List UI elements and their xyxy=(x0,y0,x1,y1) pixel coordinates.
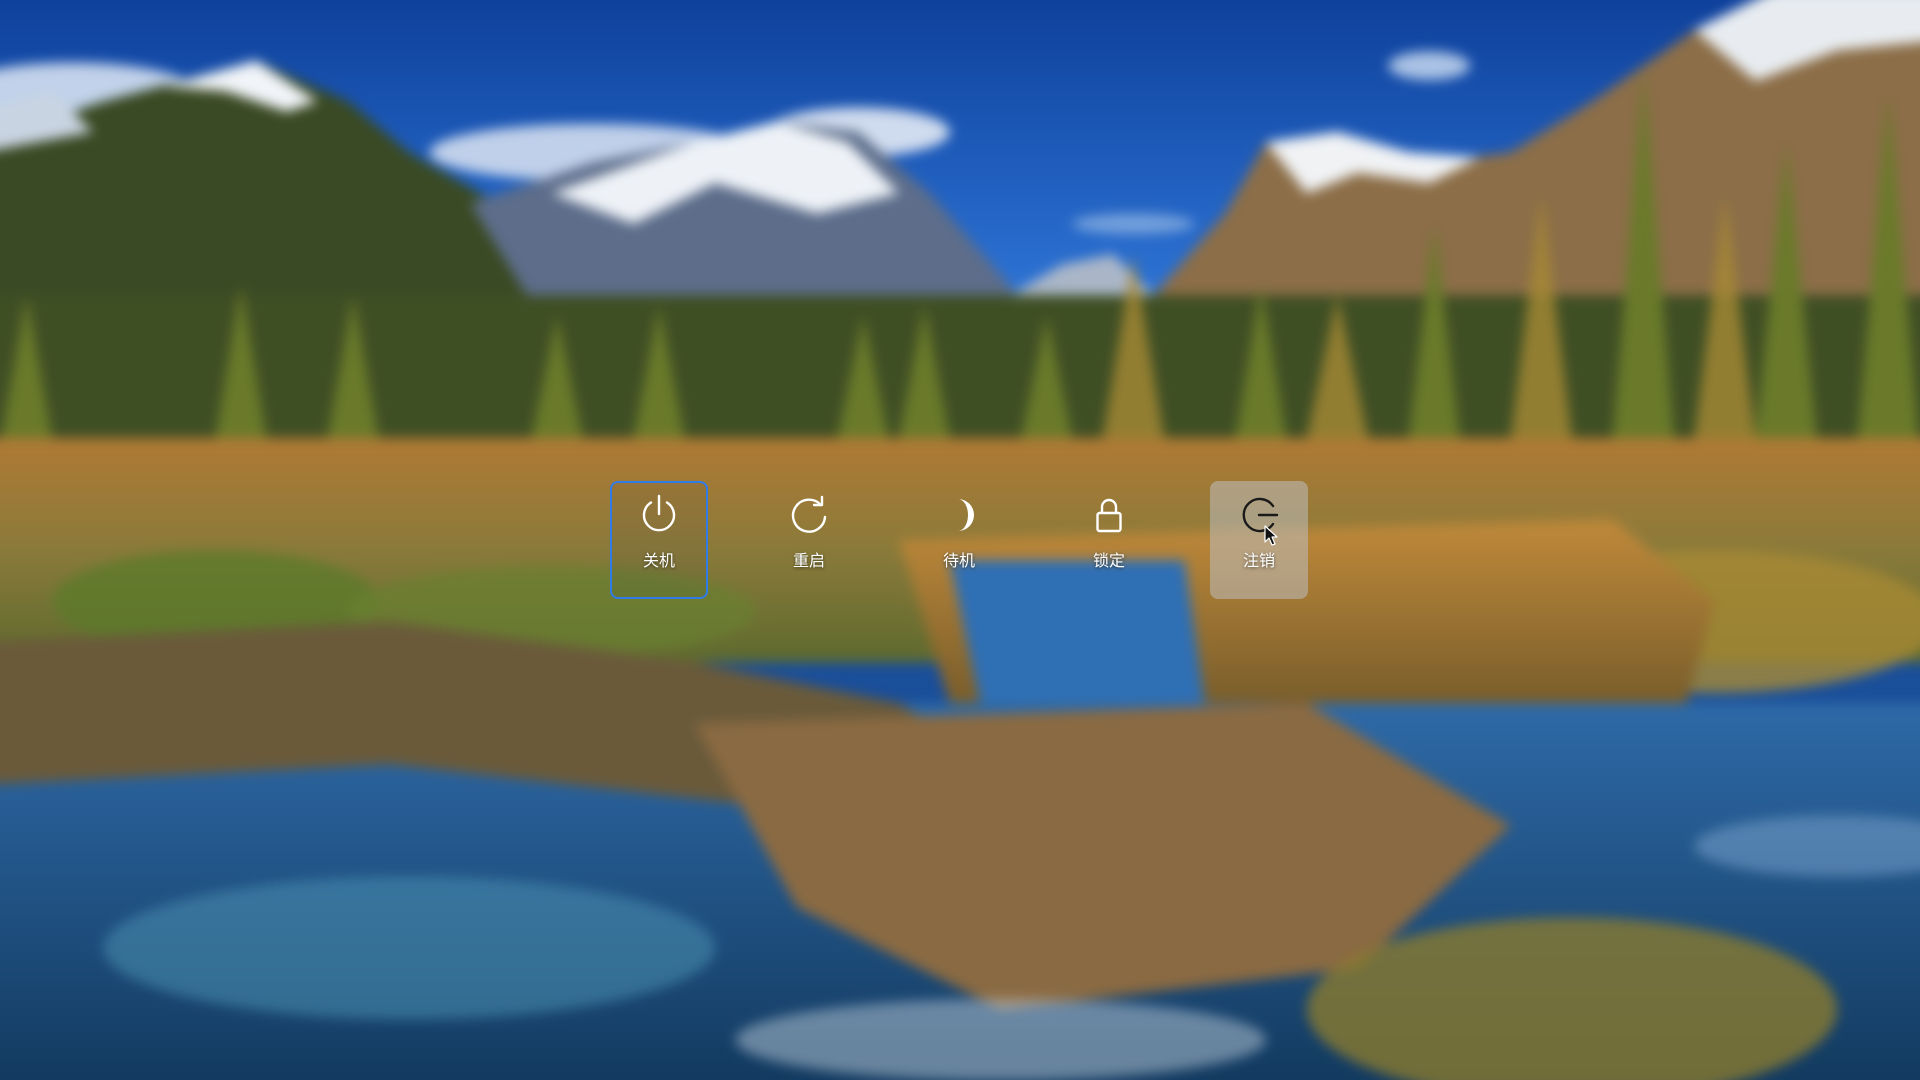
lock-icon xyxy=(1085,491,1133,539)
lock-button[interactable]: 锁定 xyxy=(1060,481,1158,599)
suspend-button[interactable]: 待机 xyxy=(910,481,1008,599)
moon-icon xyxy=(935,491,983,539)
logout-icon xyxy=(1235,491,1283,539)
reboot-button[interactable]: 重启 xyxy=(760,481,858,599)
shutdown-button[interactable]: 关机 xyxy=(610,481,708,599)
power-icon xyxy=(635,491,683,539)
logout-button[interactable]: 注销 xyxy=(1210,481,1308,599)
shutdown-label: 关机 xyxy=(642,551,675,570)
suspend-label: 待机 xyxy=(942,551,975,570)
restart-icon xyxy=(785,491,833,539)
lock-label: 锁定 xyxy=(1092,551,1125,570)
logout-label: 注销 xyxy=(1242,551,1275,570)
reboot-label: 重启 xyxy=(792,551,825,570)
power-options-screen: 关机 重启 待机 锁定 注销 xyxy=(0,0,1920,1080)
power-menu: 关机 重启 待机 锁定 注销 xyxy=(610,481,1308,599)
